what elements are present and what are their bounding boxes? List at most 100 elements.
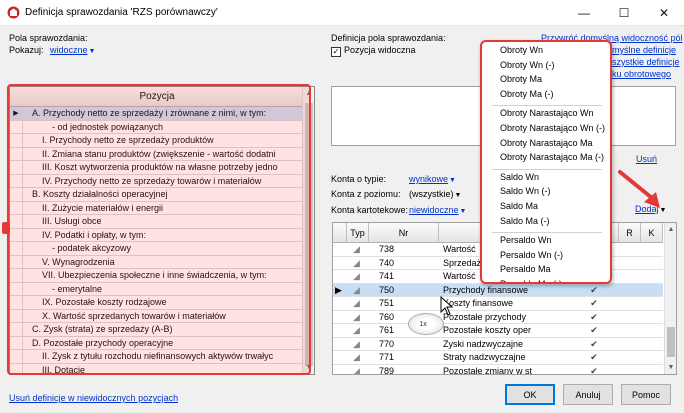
menu-item[interactable]: Obroty Narastająco Wn (-) — [500, 123, 605, 133]
card-accounts-dropdown[interactable]: niewidoczne▼ — [409, 205, 466, 215]
position-row[interactable]: IV. Podatki i opłaty, w tym: — [10, 228, 304, 242]
menu-item[interactable]: Obroty Wn — [500, 45, 543, 55]
menu-item[interactable]: Obroty Ma — [500, 74, 542, 84]
position-row[interactable]: C. Zysk (strata) ze sprzedaży (A-B) — [10, 323, 304, 337]
position-row-text: - emerytalne — [52, 283, 103, 294]
position-row[interactable]: B. Koszty działalności operacyjnej — [10, 188, 304, 202]
position-row[interactable]: VII. Ubezpieczenia społeczne i inne świa… — [10, 269, 304, 283]
fiscal-year-link[interactable]: ku obrotowego — [612, 69, 671, 79]
position-row[interactable]: III. Dotacje — [10, 363, 304, 374]
type-icon: ◢ — [353, 352, 360, 362]
position-row[interactable]: I. Przychody netto ze sprzedaży produktó… — [10, 134, 304, 148]
position-row[interactable]: D. Pozostałe przychody operacyjne — [10, 336, 304, 350]
grid-header-typ[interactable]: Typ — [347, 223, 369, 243]
grid-row[interactable]: ◢ 771 Straty nadzwyczajne ✔ — [333, 351, 663, 365]
position-row[interactable]: II. Zysk z tytułu rozchodu niefinansowyc… — [10, 350, 304, 364]
grid-header-r[interactable]: R — [619, 223, 641, 243]
menu-item[interactable]: Saldo Wn (-) — [500, 186, 551, 196]
grid-header-k[interactable]: K — [641, 223, 663, 243]
menu-item[interactable]: Persaldo Ma — [500, 264, 551, 274]
position-column-header[interactable]: Pozycja — [10, 87, 304, 107]
type-icon: ◢ — [353, 311, 360, 322]
menu-item[interactable]: Persaldo Ma (-) — [500, 279, 562, 282]
row-gutter — [10, 188, 23, 201]
scroll-thumb[interactable] — [667, 327, 675, 357]
visible-checkbox-wrap[interactable]: ✓ Pozycja widoczna — [331, 45, 416, 57]
minimize-button[interactable]: — — [564, 0, 604, 26]
show-dropdown-value: widoczne — [50, 45, 88, 55]
remove-hidden-definitions-link[interactable]: Usuń definicje w niewidocznych pozycjach — [9, 393, 178, 403]
default-definitions-link[interactable]: myślne definicje — [612, 45, 676, 55]
position-row[interactable]: ▶ A. Przychody netto ze sprzedaży i zrówn… — [10, 107, 304, 121]
account-name: Pozostałe zmiany w st — [443, 365, 533, 375]
visible-checkbox[interactable]: ✓ — [331, 47, 341, 57]
row-gutter — [10, 269, 23, 282]
grid-header-nr[interactable]: Nr — [369, 223, 439, 243]
menu-item[interactable]: Obroty Ma (-) — [500, 89, 554, 99]
all-definitions-link[interactable]: szystkie definicje — [612, 57, 680, 67]
position-row[interactable]: IX. Pozostałe koszty rodzajowe — [10, 296, 304, 310]
click-indicator: 1x — [408, 313, 444, 335]
positions-list[interactable]: Pozycja ▶ A. Przychody netto ze sprzedaży… — [9, 86, 315, 375]
grid-row[interactable]: ◢ 751 Koszty finansowe ✔ — [333, 297, 663, 311]
row-gutter — [335, 351, 347, 365]
position-row[interactable]: - emerytalne — [10, 282, 304, 296]
scroll-down-icon[interactable]: ▼ — [303, 364, 314, 371]
account-type-dropdown[interactable]: wynikowe▼ — [409, 174, 456, 184]
position-row[interactable]: III. Usługi obce — [10, 215, 304, 229]
position-row[interactable]: X. Wartość sprzedanych towarów i materia… — [10, 309, 304, 323]
cancel-button[interactable]: Anuluj — [563, 384, 613, 405]
menu-item[interactable]: Persaldo Wn (-) — [500, 250, 563, 260]
menu-item[interactable]: Obroty Wn (-) — [500, 60, 555, 70]
position-row[interactable]: - podatek akcyzowy — [10, 242, 304, 256]
ok-button[interactable]: OK — [505, 384, 555, 405]
grid-row[interactable]: ◢ 789 Pozostałe zmiany w st ✔ — [333, 365, 663, 375]
position-row[interactable]: IV. Przychody netto ze sprzedaży towarów… — [10, 174, 304, 188]
menu-item[interactable]: Obroty Narastająco Ma (-) — [500, 152, 604, 162]
check-icon: ✔ — [590, 365, 598, 375]
account-level-dropdown[interactable]: (wszystkie)▼ — [409, 189, 461, 199]
position-row-text: C. Zysk (strata) ze sprzedaży (A-B) — [32, 324, 173, 334]
account-number: 751 — [379, 298, 395, 308]
close-button[interactable]: ✕ — [644, 0, 684, 26]
grid-row[interactable]: ▶ ◢ 750 Przychody finansowe ✔ — [333, 283, 663, 297]
position-row[interactable]: III. Koszt wytworzenia produktów na włas… — [10, 161, 304, 175]
position-row-text: I. Przychody netto ze sprzedaży produktó… — [42, 135, 214, 145]
grid-row[interactable]: ◢ 760 Pozostałe przychody ✔ — [333, 311, 663, 324]
row-gutter — [10, 134, 23, 147]
row-gutter — [10, 174, 23, 188]
row-gutter — [10, 363, 23, 374]
position-row[interactable]: II. Zmiana stanu produktów (zwiększenie … — [10, 147, 304, 161]
menu-item[interactable]: Obroty Narastająco Wn — [500, 108, 594, 118]
delete-link[interactable]: Usuń — [636, 154, 657, 164]
position-row-text: III. Koszt wytworzenia produktów na włas… — [42, 162, 278, 172]
menu-item[interactable]: Persaldo Wn — [500, 235, 552, 245]
grid-row[interactable]: ◢ 770 Zyski nadzwyczajne ✔ — [333, 338, 663, 351]
row-gutter — [10, 242, 23, 255]
window-title: Definicja sprawozdania 'RZS porównawczy' — [25, 7, 218, 18]
show-dropdown[interactable]: widoczne▼ — [50, 45, 95, 55]
help-button[interactable]: Pomoc — [621, 384, 671, 405]
menu-item[interactable]: Obroty Narastająco Ma — [500, 138, 593, 148]
scroll-up-icon[interactable]: ▲ — [665, 226, 676, 233]
position-row[interactable]: V. Wynagrodzenia — [10, 255, 304, 269]
positions-scrollbar[interactable]: ▲ ▼ — [302, 87, 314, 374]
menu-item[interactable]: Saldo Wn — [500, 172, 539, 182]
scroll-down-icon[interactable]: ▼ — [665, 364, 676, 371]
menu-item[interactable]: Saldo Ma — [500, 201, 538, 211]
scroll-thumb[interactable] — [305, 103, 313, 366]
grid-row[interactable]: ◢ 761 Pozostałe koszty oper ✔ — [333, 324, 663, 338]
menu-item[interactable]: Saldo Ma (-) — [500, 216, 550, 226]
account-type-label: Konta o typie: — [331, 174, 387, 184]
row-gutter — [10, 120, 23, 134]
position-row[interactable]: II. Zużycie materiałów i energii — [10, 201, 304, 215]
position-row-text: V. Wynagrodzenia — [42, 256, 115, 267]
account-number: 750 — [379, 284, 395, 295]
grid-scrollbar[interactable]: ▲ ▼ — [664, 223, 676, 374]
position-row[interactable]: - od jednostek powiązanych — [10, 120, 304, 134]
row-gutter — [335, 270, 347, 284]
position-row-text: - od jednostek powiązanych — [52, 121, 164, 132]
chevron-down-icon: ▼ — [459, 208, 467, 215]
scroll-up-icon[interactable]: ▲ — [303, 90, 314, 97]
maximize-button[interactable]: ☐ — [604, 0, 644, 26]
